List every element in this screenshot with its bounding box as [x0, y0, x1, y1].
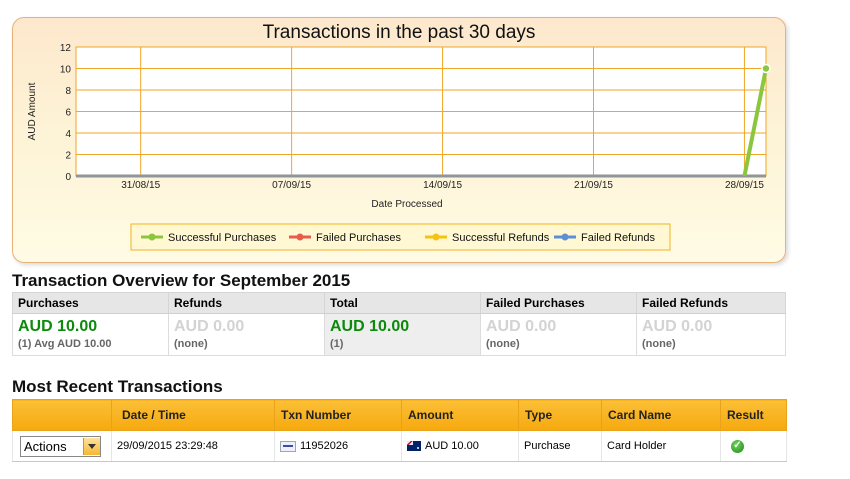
overview-cell-refunds: AUD 0.00 (none): [168, 313, 325, 356]
total-amount: AUD 10.00: [330, 318, 410, 335]
col-header-datetime[interactable]: Date / Time: [111, 399, 275, 431]
row-datetime: 29/09/2015 23:29:48: [111, 430, 275, 462]
row-type: Purchase: [518, 430, 602, 462]
overview-cell-total: AUD 10.00 (1): [324, 313, 481, 356]
x-tick-label: 31/08/15: [121, 180, 160, 191]
y-tick-label: 8: [65, 86, 71, 97]
actions-dropdown-label: Actions: [24, 438, 67, 454]
legend-swatch-dot: [148, 233, 156, 241]
y-tick-label: 4: [65, 129, 71, 140]
y-tick-label: 10: [60, 65, 72, 76]
col-header-amount[interactable]: Amount: [401, 399, 519, 431]
table-row[interactable]: Actions 29/09/2015 23:29:48 11952026 AUD…: [12, 430, 787, 462]
legend-entry: Failed Refunds: [581, 232, 655, 244]
y-tick-label: 2: [65, 151, 71, 162]
chevron-down-icon[interactable]: [83, 437, 100, 455]
y-tick-label: 12: [60, 43, 72, 54]
overview-header-purchases: Purchases: [12, 292, 169, 314]
row-amount-cell: AUD 10.00: [401, 430, 519, 462]
col-header-type[interactable]: Type: [518, 399, 602, 431]
x-axis-label: Date Processed: [371, 199, 442, 210]
y-axis-label: AUD Amount: [27, 82, 38, 140]
transactions-chart: Transactions in the past 30 days 0 2 4 6 8 10 1…: [27, 22, 771, 251]
overview-header-total: Total: [324, 292, 481, 314]
legend-entry: Failed Purchases: [316, 232, 401, 244]
overview-header-failed-refunds: Failed Refunds: [636, 292, 786, 314]
overview-title: Transaction Overview for September 2015: [12, 271, 351, 290]
row-result-cell: ✓: [720, 430, 787, 462]
x-tick-label: 21/09/15: [574, 180, 613, 191]
recent-transactions-title: Most Recent Transactions: [12, 377, 223, 396]
overview-cell-purchases: AUD 10.00 (1) Avg AUD 10.00: [12, 313, 169, 356]
failed-purchases-amount: AUD 0.00: [486, 318, 557, 335]
legend-entry: Successful Purchases: [168, 232, 277, 244]
purchases-amount: AUD 10.00: [18, 318, 98, 335]
x-tick-label: 28/09/15: [725, 180, 764, 191]
y-tick-label: 0: [65, 172, 71, 183]
legend-swatch-dot: [561, 233, 569, 241]
failed-refunds-sub: (none): [642, 338, 676, 350]
row-txn-cell: 11952026: [274, 430, 402, 462]
check-icon: ✓: [731, 439, 744, 453]
legend-swatch-dot: [432, 233, 440, 241]
row-actions-cell: Actions: [12, 430, 112, 462]
chart-title: Transactions in the past 30 days: [263, 22, 536, 43]
row-txn-number[interactable]: 11952026: [300, 440, 348, 452]
refunds-sub: (none): [174, 338, 208, 350]
data-point: [761, 63, 771, 74]
col-header-card-name[interactable]: Card Name: [601, 399, 721, 431]
failed-refunds-amount: AUD 0.00: [642, 318, 713, 335]
x-tick-label: 07/09/15: [272, 180, 311, 191]
refunds-amount: AUD 0.00: [174, 318, 245, 335]
purchases-sub: (1) Avg AUD 10.00: [18, 338, 112, 350]
actions-dropdown[interactable]: Actions: [20, 435, 101, 457]
legend-entry: Successful Refunds: [452, 232, 550, 244]
total-sub: (1): [330, 338, 344, 350]
overview-cell-failed-purchases: AUD 0.00 (none): [480, 313, 637, 356]
failed-purchases-sub: (none): [486, 338, 520, 350]
col-header-txn-number[interactable]: Txn Number: [274, 399, 402, 431]
overview-table: Purchases Refunds Total Failed Purchases…: [12, 292, 786, 356]
x-tick-label: 14/09/15: [423, 180, 462, 191]
visa-card-icon: [280, 440, 296, 452]
col-header-actions: [12, 399, 112, 431]
overview-header-refunds: Refunds: [168, 292, 325, 314]
transactions-chart-panel: Transactions in the past 30 days 0 2 4 6 8 10 1…: [12, 17, 786, 263]
recent-transactions-table: Date / Time Txn Number Amount Type Card …: [12, 399, 787, 462]
overview-cell-failed-refunds: AUD 0.00 (none): [636, 313, 786, 356]
australia-flag-icon: [407, 441, 421, 452]
row-card-name: Card Holder: [601, 430, 721, 462]
overview-header-failed-purchases: Failed Purchases: [480, 292, 637, 314]
y-tick-label: 6: [65, 108, 71, 119]
col-header-result[interactable]: Result: [720, 399, 787, 431]
legend-swatch-dot: [296, 233, 304, 241]
row-amount: AUD 10.00: [425, 440, 479, 452]
